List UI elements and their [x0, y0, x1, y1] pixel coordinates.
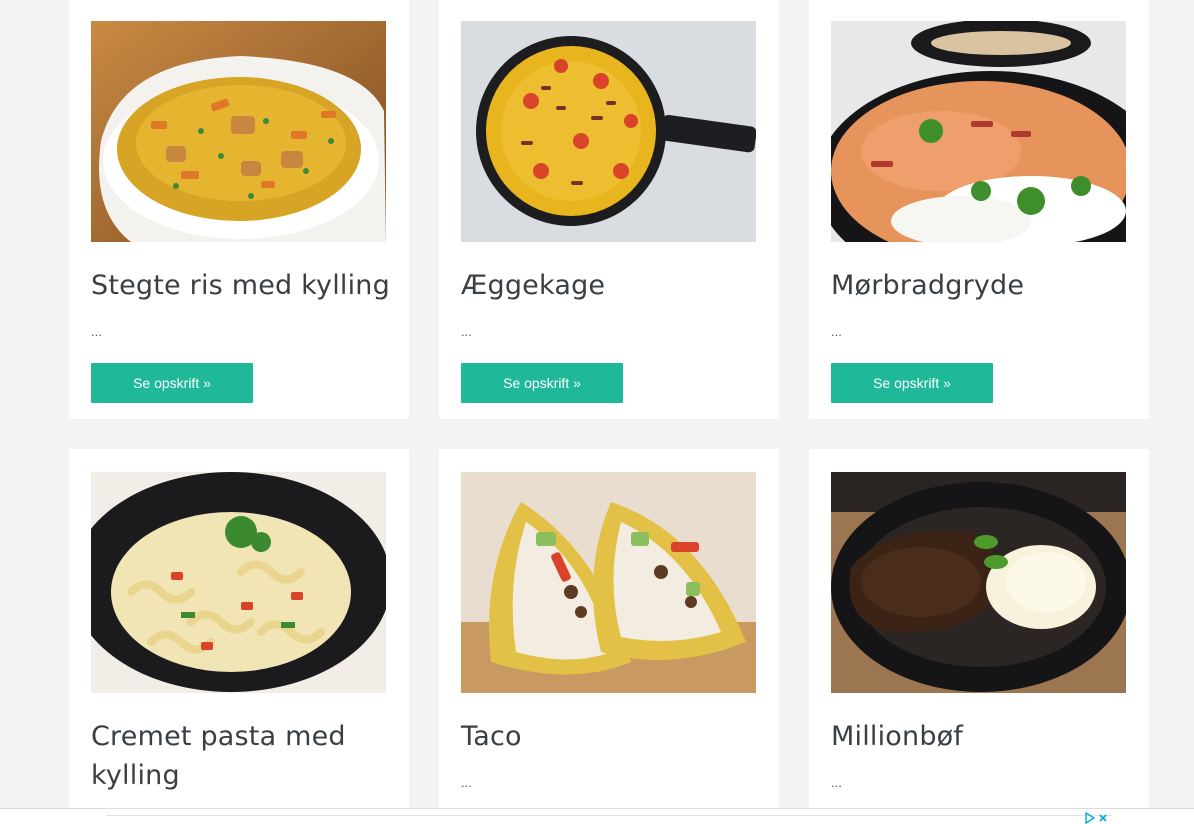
recipe-excerpt: ...	[831, 324, 842, 339]
see-recipe-button[interactable]: Se opskrift »	[91, 363, 253, 403]
recipe-title[interactable]: Mørbradgryde	[831, 266, 1131, 305]
creamy-pasta-photo	[91, 472, 386, 693]
recipe-title[interactable]: Cremet pasta med kylling	[91, 717, 391, 795]
recipe-excerpt: ...	[461, 775, 472, 790]
recipe-card: Taco ...	[439, 449, 779, 824]
recipe-excerpt: ...	[461, 324, 472, 339]
recipe-card: Cremet pasta med kylling ...	[69, 449, 409, 824]
recipe-image-fried-rice[interactable]	[91, 21, 386, 242]
recipe-image-egg-pancake[interactable]	[461, 21, 756, 242]
recipe-card: Æggekage ... Se opskrift »	[439, 0, 779, 419]
egg-pancake-photo	[461, 21, 756, 242]
recipe-grid-page: Stegte ris med kylling ... Se opskrift »	[0, 0, 1194, 824]
recipe-title[interactable]: Æggekage	[461, 266, 761, 305]
recipe-title[interactable]: Millionbøf	[831, 717, 1131, 756]
recipe-excerpt: ...	[91, 324, 102, 339]
recipe-excerpt: ...	[831, 775, 842, 790]
recipe-card: Stegte ris med kylling ... Se opskrift »	[69, 0, 409, 419]
recipe-image-taco[interactable]	[461, 472, 756, 693]
recipe-image-pork-stew[interactable]	[831, 21, 1126, 242]
recipe-card: Mørbradgryde ... Se opskrift »	[809, 0, 1149, 419]
see-recipe-button[interactable]: Se opskrift »	[831, 363, 993, 403]
recipe-title[interactable]: Stegte ris med kylling	[91, 266, 391, 305]
recipe-image-millionbof[interactable]	[831, 472, 1126, 693]
recipe-image-creamy-pasta[interactable]	[91, 472, 386, 693]
recipe-title[interactable]: Taco	[461, 717, 761, 756]
recipe-card: Millionbøf ...	[809, 449, 1149, 824]
ad-frame	[106, 815, 1112, 824]
ad-banner	[0, 808, 1194, 824]
see-recipe-button[interactable]: Se opskrift »	[461, 363, 623, 403]
fried-rice-photo	[91, 21, 386, 242]
adchoices-icon[interactable]	[1084, 810, 1110, 824]
taco-photo	[461, 472, 756, 693]
pork-stew-photo	[831, 21, 1126, 242]
millionbof-photo	[831, 472, 1126, 693]
